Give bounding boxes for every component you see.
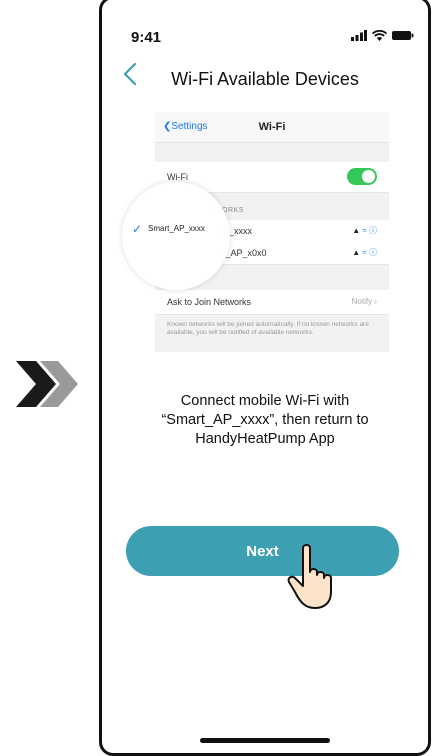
wifi-toggle-label: Wi-Fi <box>167 172 188 182</box>
wifi-icon <box>372 30 387 41</box>
home-indicator <box>200 738 330 743</box>
instruction-text: Connect mobile Wi-Fi with “Smart_AP_xxxx… <box>126 392 404 449</box>
lock-icon: ▲ <box>352 226 361 235</box>
settings-footnote: Known networks will be joined automatica… <box>167 321 369 336</box>
settings-nav-title: Wi-Fi <box>258 121 286 133</box>
double-chevron-right-icon <box>16 361 78 407</box>
instruction-line-2: “Smart_AP_xxxx”, then return to <box>161 412 369 428</box>
status-icons <box>351 30 414 41</box>
wifi-toggle <box>347 168 377 185</box>
status-bar: 9:41 <box>102 0 428 59</box>
ask-to-join-row: Ask to Join Networks Notify › <box>155 290 389 315</box>
checkmark-icon: ✓ <box>132 222 143 236</box>
ask-to-join-label: Ask to Join Networks <box>167 297 252 307</box>
signal-icon <box>351 30 367 41</box>
ask-to-join-value: Notify › <box>351 297 377 306</box>
magnified-network-callout: ✓ Smart_AP_xxxx <box>122 182 230 290</box>
page-title: Wi-Fi Available Devices <box>171 69 359 89</box>
phone-frame: 9:41 Wi-Fi Available Devices ❮Settings W… <box>99 0 431 756</box>
next-button[interactable]: Next <box>126 526 399 576</box>
network-icons: ▲ ≈ ⓘ <box>352 248 377 257</box>
network-name: t_AP_x0x0 <box>223 248 267 258</box>
settings-nav-bar: ❮Settings Wi-Fi <box>155 112 389 143</box>
network-icons: ▲ ≈ ⓘ <box>352 226 377 235</box>
status-time: 9:41 <box>131 29 162 46</box>
lock-icon: ▲ <box>352 248 361 257</box>
magnified-network-name: Smart_AP_xxxx <box>148 224 205 233</box>
instruction-line-3: HandyHeatPump App <box>195 431 335 447</box>
pointing-hand-icon <box>287 544 332 609</box>
battery-icon <box>392 31 414 40</box>
instruction-line-1: Connect mobile Wi-Fi with <box>180 393 350 409</box>
